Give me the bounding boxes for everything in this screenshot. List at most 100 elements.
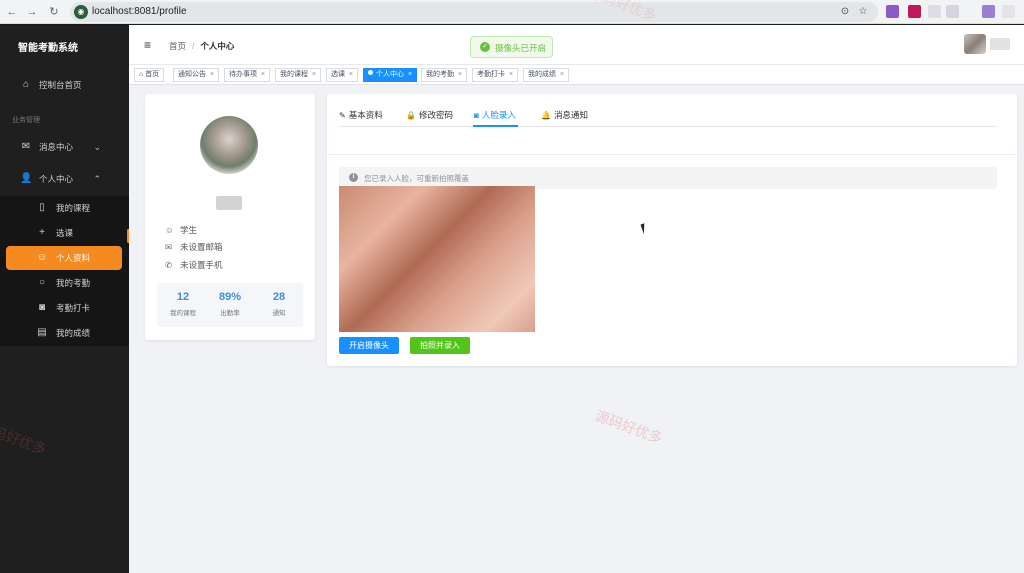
sidebar-item-label: 消息中心 xyxy=(39,142,74,152)
tags-view: ⌂ 首页 通知公告 × 待办事项 × 我的课程 × 选课 × 个人中心 × 我的考勤 × 考… xyxy=(129,64,1024,85)
extension-scissors-icon[interactable] xyxy=(886,5,899,18)
breadcrumb-home[interactable]: 首页 xyxy=(169,41,186,51)
sidebar-item-course-selection[interactable]: + 选课 xyxy=(0,221,129,245)
book-icon: ▯ xyxy=(39,202,45,213)
avatar[interactable] xyxy=(964,34,986,54)
tab-face-enrollment[interactable]: ◙ 人脸录入 xyxy=(474,109,516,121)
close-icon[interactable]: × xyxy=(509,71,513,78)
bookmark-star-icon[interactable]: ☆ xyxy=(856,5,870,19)
profile-email: ✉ 未设置邮箱 xyxy=(165,242,223,252)
extension-icon[interactable] xyxy=(946,5,959,18)
alert-text: 您已录入人脸，可重新拍照覆盖 xyxy=(364,174,469,183)
home-icon: ⌂ xyxy=(22,79,30,90)
tag-todo[interactable]: 待办事项 × xyxy=(224,68,271,82)
chevron-up-icon: ⌃ xyxy=(93,174,101,184)
stat-notifications: 28 通知 xyxy=(272,291,286,317)
sidebar-item-label: 选课 xyxy=(56,228,74,238)
tag-check-in[interactable]: 考勤打卡 × xyxy=(472,68,519,82)
chevron-down-icon: ⌄ xyxy=(93,142,101,152)
settings-card: ✎ 基本资料 🔒 修改密码 ◙ 人脸录入 🔔 消息通知 i 您已录入人脸，可重新拍照覆盖… xyxy=(327,94,1017,366)
mail-icon: ✉ xyxy=(165,242,173,252)
breadcrumb-current: 个人中心 xyxy=(200,41,235,51)
sidebar-item-check-in[interactable]: ◙ 考勤打卡 xyxy=(0,296,129,320)
sidebar-item-label: 我的考勤 xyxy=(56,278,91,288)
browser-toolbar: ← → ↻ ◉ localhost:8081/profile ⊙ ☆ xyxy=(0,0,1024,24)
profile-card: ☺ 学生 ✉ 未设置邮箱 ✆ 未设置手机 12 我的课程 89% 出勤率 28 通知 xyxy=(145,94,315,340)
profile-stats: 12 我的课程 89% 出勤率 28 通知 xyxy=(157,283,303,327)
mail-icon: ✉ xyxy=(21,141,31,152)
tag-my-grades[interactable]: 我的成绩 × xyxy=(523,68,570,82)
stat-courses: 12 我的课程 xyxy=(170,291,196,317)
sidebar-item-label: 个人中心 xyxy=(39,174,74,184)
search-icon: ○ xyxy=(38,277,46,288)
address-bar[interactable]: ◉ localhost:8081/profile ⊙ ☆ xyxy=(70,2,878,22)
site-info-icon[interactable]: ◉ xyxy=(74,5,88,19)
user-icon: ☺ xyxy=(36,252,48,263)
toast-message: 摄像头已开启 xyxy=(495,43,547,53)
menu-toggle-icon[interactable]: ≡ xyxy=(144,38,151,52)
open-camera-button[interactable]: 开启摄像头 xyxy=(339,337,399,354)
sidebar-group-label: 业务管理 xyxy=(12,117,40,124)
tab-notifications[interactable]: 🔔 消息通知 xyxy=(541,109,588,121)
sidebar-item-my-courses[interactable]: ▯ 我的课程 xyxy=(0,196,129,220)
app-brand: 智能考勤系统 xyxy=(18,43,78,54)
browser-menu-icon[interactable] xyxy=(1002,5,1015,18)
tag-course-selection[interactable]: 选课 × xyxy=(326,68,359,82)
sidebar-item-label: 控制台首页 xyxy=(39,80,82,90)
tab-change-password[interactable]: 🔒 修改密码 xyxy=(406,109,453,121)
active-dot xyxy=(368,70,373,75)
user-name-redacted[interactable] xyxy=(990,38,1010,50)
location-icon[interactable]: ⊙ xyxy=(838,5,852,19)
active-tab-indicator xyxy=(473,125,518,127)
sidebar-item-dashboard[interactable]: ⌂ 控制台首页 xyxy=(0,73,129,97)
url-text: localhost:8081/profile xyxy=(92,6,187,17)
back-icon[interactable]: ← xyxy=(4,4,20,20)
tag-notices[interactable]: 通知公告 × xyxy=(173,68,220,82)
tag-personal-center[interactable]: 个人中心 × xyxy=(363,68,418,82)
top-header: ≡ 首页 / 个人中心 ✓ 摄像头已开启 xyxy=(129,25,1024,64)
sidebar-item-my-grades[interactable]: ▤ 我的成绩 xyxy=(0,321,129,345)
close-icon[interactable]: × xyxy=(312,71,316,78)
reload-icon[interactable]: ↻ xyxy=(46,4,62,20)
sidebar-item-profile[interactable]: ☺ 个人资料 xyxy=(6,246,122,270)
tag-my-attendance[interactable]: 我的考勤 × xyxy=(421,68,468,82)
edit-icon: ✎ xyxy=(339,111,346,120)
extension-icon[interactable] xyxy=(928,5,941,18)
bell-icon: 🔔 xyxy=(541,111,551,120)
user-icon: ☺ xyxy=(165,225,174,235)
close-icon[interactable]: × xyxy=(560,71,564,78)
user-icon: 👤 xyxy=(20,173,33,184)
settings-tabs: ✎ 基本资料 🔒 修改密码 ◙ 人脸录入 🔔 消息通知 xyxy=(339,94,997,127)
tag-home[interactable]: ⌂ 首页 xyxy=(134,68,165,82)
forward-icon[interactable]: → xyxy=(24,4,40,20)
camera-icon: ◙ xyxy=(474,111,479,120)
camera-icon: ◙ xyxy=(38,302,46,313)
tag-my-courses[interactable]: 我的课程 × xyxy=(275,68,322,82)
profile-avatar-icon[interactable] xyxy=(982,5,995,18)
user-name-redacted xyxy=(216,196,242,210)
divider xyxy=(327,154,1017,155)
extension-icon[interactable] xyxy=(908,5,921,18)
main-content: ≡ 首页 / 个人中心 ✓ 摄像头已开启 ⌂ 首页 通知公告 × 待办事项 × 我的课程… xyxy=(129,25,1024,573)
phone-icon: ✆ xyxy=(165,260,173,270)
close-icon[interactable]: × xyxy=(408,71,412,78)
sidebar-item-personal-center[interactable]: 👤 个人中心 ⌃ xyxy=(0,167,129,191)
capture-enroll-button[interactable]: 拍照并录入 xyxy=(410,337,470,354)
close-icon[interactable]: × xyxy=(349,71,353,78)
camera-preview xyxy=(339,186,535,332)
sidebar-item-my-attendance[interactable]: ○ 我的考勤 xyxy=(0,271,129,295)
stat-attendance-rate: 89% 出勤率 xyxy=(218,291,242,317)
sidebar-item-label: 我的成绩 xyxy=(56,328,91,338)
close-icon[interactable]: × xyxy=(210,71,214,78)
info-icon: i xyxy=(349,173,358,182)
profile-role: ☺ 学生 xyxy=(165,225,198,235)
sidebar-item-label: 我的课程 xyxy=(56,203,91,213)
avatar xyxy=(200,116,258,174)
close-icon[interactable]: × xyxy=(261,71,265,78)
sidebar-item-messages[interactable]: ✉ 消息中心 ⌄ xyxy=(0,135,129,159)
tab-basic-info[interactable]: ✎ 基本资料 xyxy=(339,109,383,121)
sidebar: 智能考勤系统 ⌂ 控制台首页 业务管理 ✉ 消息中心 ⌄ 👤 个人中心 ⌃ ▯ … xyxy=(0,25,129,573)
sidebar-item-label: 考勤打卡 xyxy=(56,303,91,313)
breadcrumb-separator: / xyxy=(192,41,195,51)
close-icon[interactable]: × xyxy=(458,71,462,78)
